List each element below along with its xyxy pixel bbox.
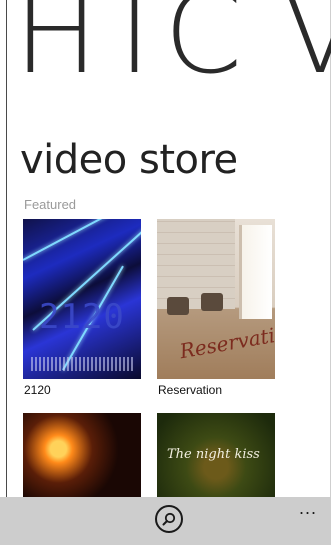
poster-window <box>239 225 272 319</box>
video-poster-2120[interactable]: 2120 <box>23 219 141 379</box>
poster-stone-wall <box>157 219 235 309</box>
poster-title-text: Reservation <box>177 318 275 364</box>
video-store-screen: HTC V video store Featured 2120 2120 Res… <box>0 0 331 545</box>
panorama-title: HTC V <box>14 0 331 99</box>
poster-title-text: The night kiss <box>167 447 260 462</box>
poster-chair <box>167 297 189 315</box>
poster-chair <box>201 293 223 311</box>
video-label-2120[interactable]: 2120 <box>24 383 51 397</box>
video-poster-fire[interactable] <box>23 413 141 503</box>
poster-credits <box>31 357 133 371</box>
search-button[interactable] <box>155 505 183 533</box>
application-bar: ... <box>0 497 331 545</box>
video-poster-night-kiss[interactable]: The night kiss <box>157 413 275 503</box>
section-title: video store <box>20 137 238 183</box>
poster-light-beam <box>23 219 141 261</box>
search-icon <box>162 512 176 526</box>
more-button[interactable]: ... <box>299 499 317 517</box>
section-subtitle: Featured <box>24 197 77 212</box>
video-label-reservation[interactable]: Reservation <box>158 383 222 397</box>
video-poster-reservation[interactable]: Reservation <box>157 219 275 379</box>
poster-title-text: 2120 <box>39 297 125 337</box>
left-edge-line <box>6 0 7 500</box>
